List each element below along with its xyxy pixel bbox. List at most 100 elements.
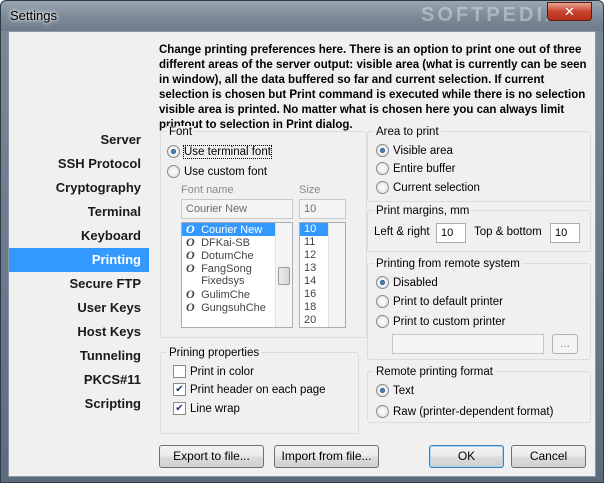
opentype-font-icon: O bbox=[186, 300, 195, 314]
area-to-print-group: Area to print Visible area Entire buffer… bbox=[367, 126, 591, 202]
print-margins-group: Print margins, mm Left & right 10 Top & … bbox=[367, 205, 591, 252]
print-margins-title: Print margins, mm bbox=[374, 205, 472, 218]
radio-selected-icon bbox=[167, 145, 180, 158]
opentype-font-icon: O bbox=[186, 261, 195, 275]
font-group: Font Use terminal font Use custom font F… bbox=[160, 126, 367, 338]
font-list-item-label: FangSong bbox=[201, 263, 252, 275]
font-list-item-label: DotumChe bbox=[201, 250, 254, 262]
print-in-color-checkbox[interactable]: Print in color bbox=[173, 365, 254, 378]
custom-printer-field[interactable] bbox=[392, 334, 544, 354]
default-printer-radio[interactable]: Print to default printer bbox=[376, 295, 503, 308]
import-from-file-button[interactable]: Import from file... bbox=[274, 445, 379, 468]
remote-printing-title: Printing from remote system bbox=[374, 258, 522, 271]
radio-selected-icon bbox=[376, 144, 389, 157]
text-format-label: Text bbox=[393, 384, 415, 397]
scroll-thumb[interactable] bbox=[278, 267, 290, 285]
ok-button[interactable]: OK bbox=[429, 445, 504, 468]
font-name-list[interactable]: O Courier New O DFKai-SB O DotumChe O Fa… bbox=[181, 222, 293, 328]
nav-item-pkcs11[interactable]: PKCS#11 bbox=[9, 368, 149, 392]
use-terminal-font-label: Use terminal font bbox=[183, 144, 272, 159]
visible-area-label: Visible area bbox=[393, 144, 453, 157]
remote-disabled-radio[interactable]: Disabled bbox=[376, 276, 438, 289]
current-selection-label: Current selection bbox=[393, 181, 480, 194]
settings-nav: Server SSH Protocol Cryptography Termina… bbox=[9, 128, 149, 416]
nav-item-server[interactable]: Server bbox=[9, 128, 149, 152]
nav-item-scripting[interactable]: Scripting bbox=[9, 392, 149, 416]
left-right-label: Left & right bbox=[374, 226, 430, 238]
settings-content: Change printing preferences here. There … bbox=[8, 31, 596, 477]
nav-item-terminal[interactable]: Terminal bbox=[9, 200, 149, 224]
visible-area-radio[interactable]: Visible area bbox=[376, 144, 453, 157]
font-list-item-label: Fixedsys bbox=[201, 275, 245, 287]
line-wrap-checkbox[interactable]: ✔ Line wrap bbox=[173, 402, 240, 415]
top-bottom-label: Top & bottom bbox=[474, 226, 542, 238]
close-icon: ✕ bbox=[564, 4, 575, 19]
nav-item-keyboard[interactable]: Keyboard bbox=[9, 224, 149, 248]
checkbox-checked-icon: ✔ bbox=[173, 402, 186, 415]
cancel-button[interactable]: Cancel bbox=[511, 445, 586, 468]
settings-window: Settings SOFTPEDIA ✕ Change printing pre… bbox=[0, 0, 604, 483]
font-list-item-label: GulimChe bbox=[201, 289, 250, 301]
default-printer-label: Print to default printer bbox=[393, 295, 503, 308]
raw-format-radio[interactable]: Raw (printer-dependent format) bbox=[376, 405, 553, 418]
checkbox-unchecked-icon bbox=[173, 365, 186, 378]
nav-item-cryptography[interactable]: Cryptography bbox=[9, 176, 149, 200]
nav-item-secure-ftp[interactable]: Secure FTP bbox=[9, 272, 149, 296]
printing-properties-group: Prining properties Print in color ✔ Prin… bbox=[160, 347, 359, 434]
title-bar[interactable]: Settings SOFTPEDIA ✕ bbox=[1, 1, 603, 31]
radio-unselected-icon bbox=[376, 315, 389, 328]
remote-printing-group: Printing from remote system Disabled Pri… bbox=[367, 258, 591, 360]
remote-disabled-label: Disabled bbox=[393, 276, 438, 289]
font-list-scrollbar[interactable] bbox=[275, 223, 292, 327]
radio-unselected-icon bbox=[376, 162, 389, 175]
radio-selected-icon bbox=[376, 384, 389, 397]
print-in-color-label: Print in color bbox=[190, 365, 254, 378]
text-format-radio[interactable]: Text bbox=[376, 384, 414, 397]
area-to-print-title: Area to print bbox=[374, 126, 441, 139]
size-list-scrollbar[interactable] bbox=[328, 223, 345, 327]
print-header-checkbox[interactable]: ✔ Print header on each page bbox=[173, 383, 326, 396]
close-button[interactable]: ✕ bbox=[547, 2, 592, 21]
window-title: Settings bbox=[10, 8, 57, 23]
print-header-label: Print header on each page bbox=[190, 383, 326, 396]
printing-properties-title: Prining properties bbox=[167, 347, 262, 360]
raw-format-label: Raw (printer-dependent format) bbox=[393, 405, 554, 418]
font-list-item-label: GungsuhChe bbox=[201, 302, 266, 314]
export-to-file-button[interactable]: Export to file... bbox=[159, 445, 264, 468]
radio-unselected-icon bbox=[376, 181, 389, 194]
entire-buffer-label: Entire buffer bbox=[393, 162, 456, 175]
radio-unselected-icon bbox=[167, 165, 180, 178]
nav-item-tunneling[interactable]: Tunneling bbox=[9, 344, 149, 368]
size-field[interactable]: 10 bbox=[299, 199, 346, 219]
watermark: SOFTPEDIA bbox=[421, 4, 563, 26]
custom-printer-label: Print to custom printer bbox=[393, 315, 506, 328]
font-group-title: Font bbox=[167, 126, 195, 139]
font-name-field[interactable]: Courier New bbox=[181, 199, 293, 219]
remote-format-title: Remote printing format bbox=[374, 366, 495, 379]
current-selection-radio[interactable]: Current selection bbox=[376, 181, 480, 194]
nav-item-user-keys[interactable]: User Keys bbox=[9, 296, 149, 320]
line-wrap-label: Line wrap bbox=[190, 402, 240, 415]
use-terminal-font-radio[interactable]: Use terminal font bbox=[167, 144, 272, 159]
nav-item-host-keys[interactable]: Host Keys bbox=[9, 320, 149, 344]
browse-printer-button[interactable]: ... bbox=[552, 334, 578, 354]
nav-item-printing[interactable]: Printing bbox=[9, 248, 149, 272]
entire-buffer-radio[interactable]: Entire buffer bbox=[376, 162, 455, 175]
left-right-margin-field[interactable]: 10 bbox=[436, 223, 466, 243]
radio-unselected-icon bbox=[376, 405, 389, 418]
checkbox-checked-icon: ✔ bbox=[173, 383, 186, 396]
radio-unselected-icon bbox=[376, 295, 389, 308]
font-list-item-label: DFKai-SB bbox=[201, 237, 250, 249]
use-custom-font-label: Use custom font bbox=[184, 165, 268, 178]
font-name-label: Font name bbox=[181, 184, 234, 196]
radio-selected-icon bbox=[376, 276, 389, 289]
top-bottom-margin-field[interactable]: 10 bbox=[550, 223, 580, 243]
nav-item-ssh-protocol[interactable]: SSH Protocol bbox=[9, 152, 149, 176]
size-list[interactable]: 10 11 12 13 14 16 18 20 bbox=[299, 222, 346, 328]
remote-format-group: Remote printing format Text Raw (printer… bbox=[367, 366, 591, 423]
font-list-item-label: Courier New bbox=[201, 224, 263, 236]
custom-printer-radio[interactable]: Print to custom printer bbox=[376, 315, 505, 328]
use-custom-font-radio[interactable]: Use custom font bbox=[167, 165, 267, 178]
size-label: Size bbox=[299, 184, 321, 196]
printing-description: Change printing preferences here. There … bbox=[159, 44, 587, 131]
